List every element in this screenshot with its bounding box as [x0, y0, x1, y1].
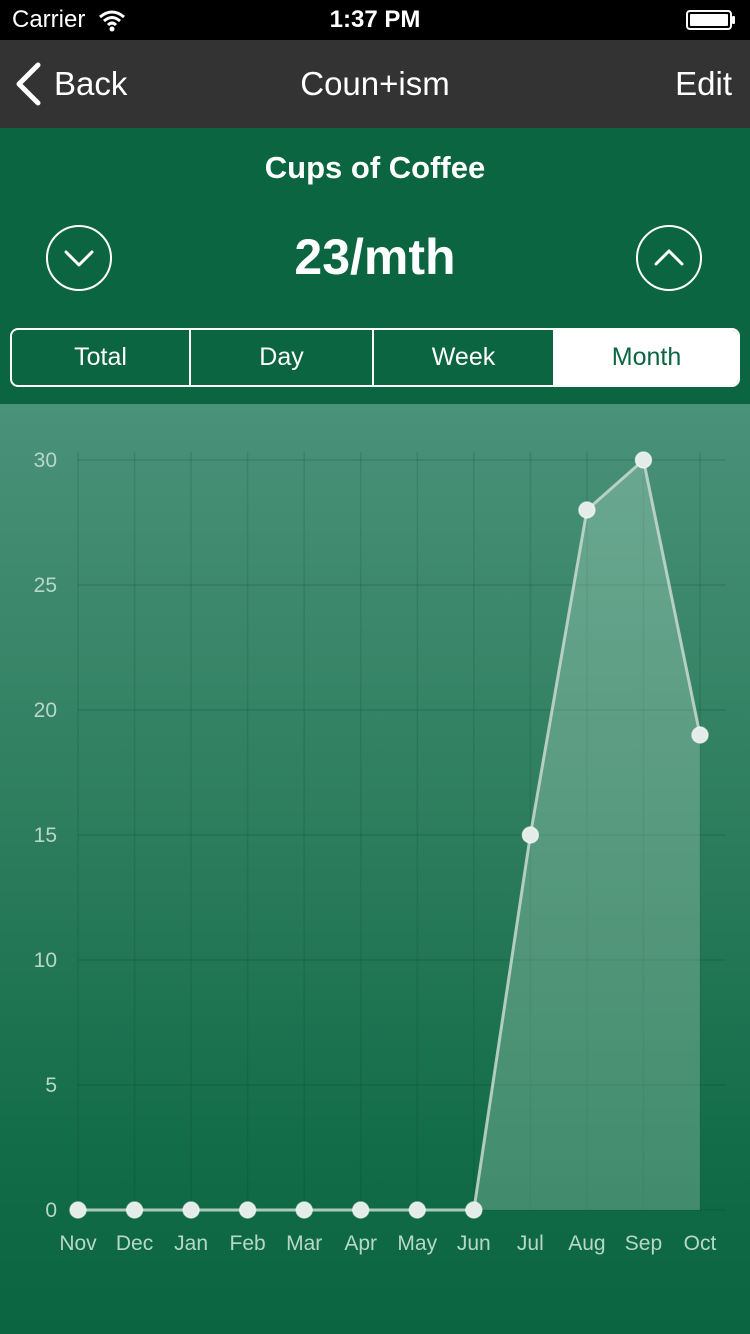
segment-week[interactable]: Week: [374, 330, 556, 385]
data-point: [521, 826, 540, 844]
back-label: Back: [54, 65, 128, 102]
data-point: [408, 1201, 427, 1219]
y-tick-label: 20: [34, 699, 57, 722]
navigation-bar: Back Coun+ism Edit: [0, 40, 750, 128]
y-tick-label: 25: [34, 574, 57, 597]
period-segmented-control: Total Day Week Month: [10, 328, 740, 387]
data-point: [578, 501, 596, 519]
increment-button[interactable]: [636, 225, 702, 291]
data-point: [238, 1201, 257, 1219]
chevron-left-icon: [16, 62, 41, 106]
x-tick-label: Feb: [230, 1232, 266, 1255]
data-point: [69, 1201, 87, 1219]
data-point: [351, 1201, 370, 1219]
data-point: [295, 1201, 313, 1219]
chevron-up-icon: [654, 249, 684, 266]
y-tick-label: 0: [45, 1199, 57, 1222]
x-tick-label: Oct: [684, 1232, 717, 1255]
chart-area: 0 5 10 15 20 25 30 Nov Dec Jan Feb Mar Apr May Jun Jul A…: [0, 404, 750, 1334]
x-tick-label: Jan: [174, 1232, 208, 1255]
segment-month[interactable]: Month: [555, 330, 738, 385]
segment-day[interactable]: Day: [191, 330, 375, 385]
monthly-line-chart: 0 5 10 15 20 25 30 Nov Dec Jan Feb Mar Apr May Jun Jul A…: [34, 449, 726, 1255]
x-tick-label: Jun: [457, 1232, 491, 1255]
battery-icon: [686, 10, 735, 30]
counter-name: Cups of Coffee: [264, 150, 486, 185]
x-tick-label: Nov: [59, 1232, 97, 1255]
status-bar: Carrier 1:37 PM: [0, 0, 750, 40]
x-tick-label: Aug: [568, 1232, 605, 1255]
counter-header: Cups of Coffee 23/mth Total Day Week Mon…: [0, 128, 750, 404]
data-point: [125, 1201, 144, 1219]
x-tick-label: Dec: [116, 1232, 153, 1255]
edit-button[interactable]: Edit: [675, 40, 732, 128]
x-tick-label: Apr: [344, 1232, 377, 1255]
back-button[interactable]: Back: [14, 40, 127, 128]
x-tick-label: May: [397, 1232, 437, 1255]
data-point: [634, 451, 653, 469]
y-tick-label: 5: [45, 1074, 57, 1097]
x-tick-label: Mar: [286, 1232, 322, 1255]
y-tick-label: 10: [34, 949, 57, 972]
data-point: [465, 1201, 483, 1219]
data-point: [691, 726, 709, 744]
segment-total[interactable]: Total: [12, 330, 192, 385]
data-point: [182, 1201, 200, 1219]
y-tick-label: 15: [34, 824, 57, 847]
y-tick-label: 30: [34, 449, 57, 472]
status-time: 1:37 PM: [329, 6, 421, 33]
x-tick-label: Jul: [517, 1232, 544, 1255]
x-tick-label: Sep: [625, 1232, 662, 1255]
